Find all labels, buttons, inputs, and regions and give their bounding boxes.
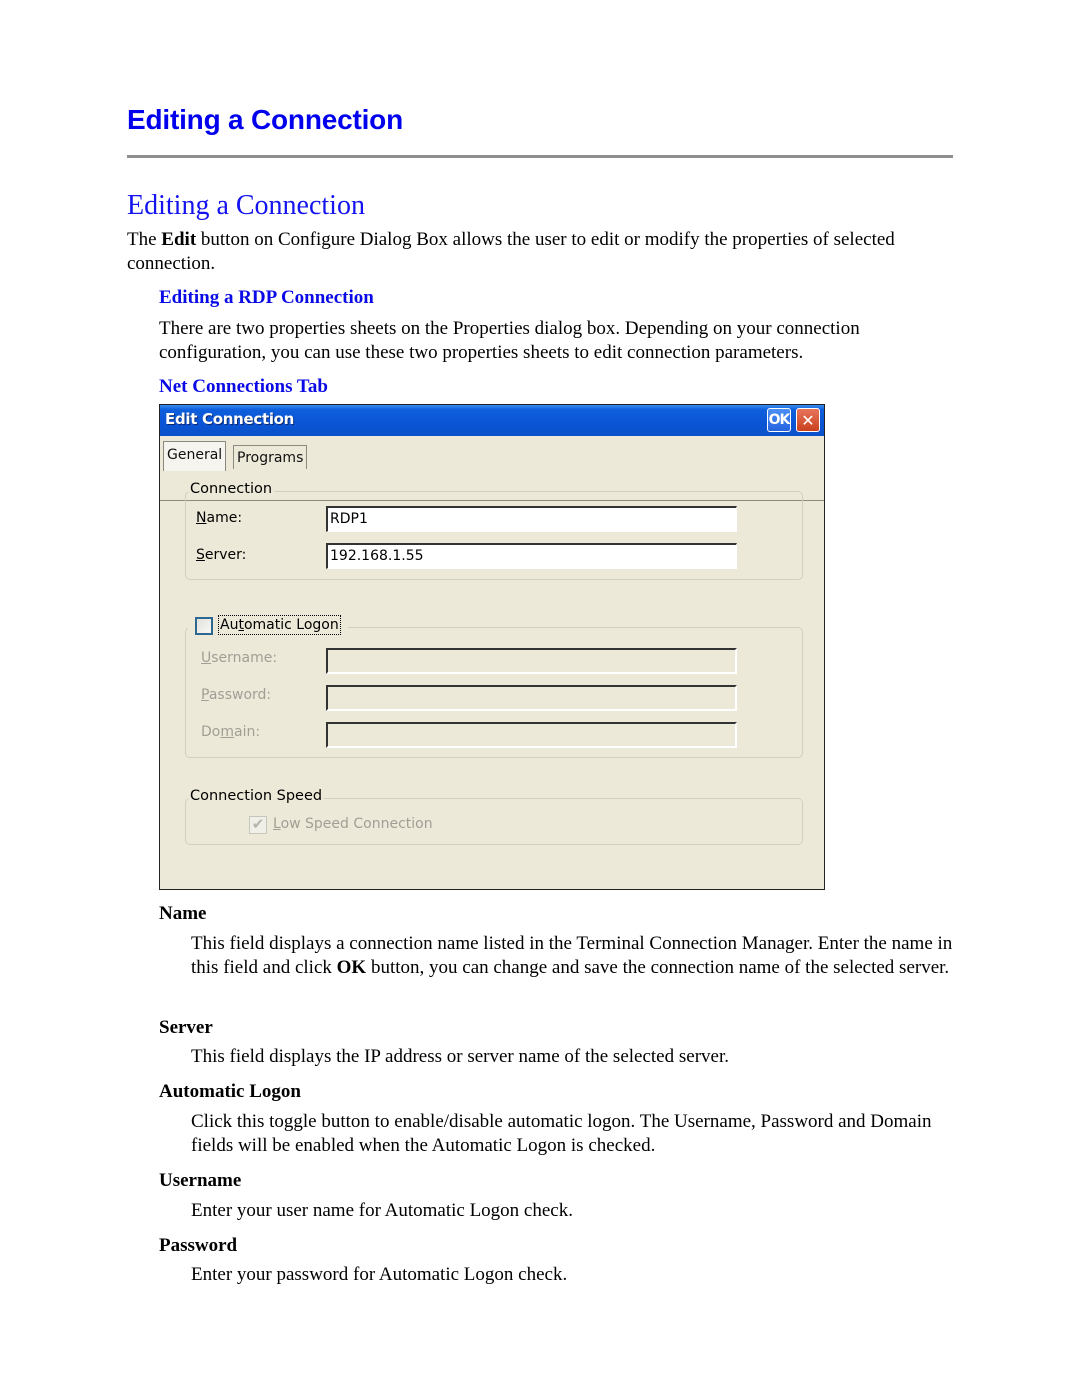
low-speed-label-text: ow Speed Connection xyxy=(280,816,433,832)
ok-button[interactable]: OK xyxy=(767,408,791,432)
term-password: Password xyxy=(159,1235,238,1256)
intro-edit-bold: Edit xyxy=(161,229,197,250)
term-username: Username xyxy=(159,1170,242,1191)
username-label-text: sername: xyxy=(211,650,278,666)
tab-heading: Net Connections Tab xyxy=(159,376,328,397)
definition-server: This field displays the IP address or se… xyxy=(191,1046,729,1067)
section-title: Editing a Connection xyxy=(127,190,365,221)
server-label-text: erver: xyxy=(204,547,247,563)
edit-connection-dialog: Edit Connection OK ✕ General Programs Co… xyxy=(159,404,825,890)
definition-name-bold: OK xyxy=(336,957,367,978)
definition-password: Enter your password for Automatic Logon … xyxy=(191,1264,568,1285)
definition-name: This field displays a connection name li… xyxy=(191,932,956,980)
name-label-text: ame: xyxy=(206,510,243,526)
password-label-mnemonic: P xyxy=(201,687,209,703)
name-input[interactable]: RDP1 xyxy=(326,506,737,532)
low-speed-label-mnemonic: L xyxy=(273,816,281,832)
term-name: Name xyxy=(159,903,207,924)
term-automatic-logon: Automatic Logon xyxy=(159,1081,301,1102)
domain-label-mnemonic: m xyxy=(220,724,234,740)
name-label-mnemonic: N xyxy=(196,510,207,526)
page-heading: Editing a Connection xyxy=(127,104,403,135)
intro-text-end: button on Configure Dialog Box allows th… xyxy=(127,229,895,274)
heading-divider xyxy=(127,155,953,158)
username-label: Username: xyxy=(201,650,277,666)
connection-speed-legend: Connection Speed xyxy=(188,788,325,804)
intro-text-start: The xyxy=(127,229,162,250)
low-speed-checkbox[interactable]: ✔ xyxy=(249,816,267,834)
username-input[interactable] xyxy=(326,648,737,674)
definition-username: Enter your user name for Automatic Logon… xyxy=(191,1200,573,1221)
password-input[interactable] xyxy=(326,685,737,711)
domain-input[interactable] xyxy=(326,722,737,748)
server-label-mnemonic: S xyxy=(196,547,205,563)
password-label-text: assword: xyxy=(208,687,272,703)
username-label-mnemonic: U xyxy=(201,650,212,666)
server-label: Server: xyxy=(196,547,246,563)
auto-label-rest: omatic Logon xyxy=(243,617,339,633)
subsection-title: Editing a RDP Connection xyxy=(159,287,374,308)
domain-label-rest: ain: xyxy=(234,724,261,740)
checkmark-icon: ✔ xyxy=(251,817,265,833)
close-icon: ✕ xyxy=(801,410,815,430)
auto-label-pre: Au xyxy=(220,617,239,633)
domain-label: Domain: xyxy=(201,724,260,740)
subsection-paragraph: There are two properties sheets on the P… xyxy=(159,318,860,363)
domain-label-pre: Do xyxy=(201,724,221,740)
term-server: Server xyxy=(159,1017,213,1038)
tab-general[interactable]: General xyxy=(163,441,227,471)
server-input[interactable]: 192.168.1.55 xyxy=(326,543,737,569)
password-label: Password: xyxy=(201,687,271,703)
close-button[interactable]: ✕ xyxy=(796,408,820,432)
automatic-logon-label[interactable]: Automatic Logon xyxy=(218,615,341,635)
dialog-titlebar: Edit Connection OK ✕ xyxy=(160,405,824,436)
intro-paragraph: The Edit button on Configure Dialog Box … xyxy=(127,228,927,276)
connection-group-legend: Connection xyxy=(188,481,275,497)
definition-automatic-logon: Click this toggle button to enable/disab… xyxy=(191,1111,932,1156)
tab-programs[interactable]: Programs xyxy=(233,445,308,469)
dialog-title: Edit Connection xyxy=(165,410,295,428)
definition-name-end: button, you can change and save the conn… xyxy=(366,957,950,978)
automatic-logon-checkbox[interactable] xyxy=(195,617,213,635)
low-speed-label: Low Speed Connection xyxy=(273,816,433,832)
name-label: Name: xyxy=(196,510,242,526)
dialog-tabs: General Programs xyxy=(160,436,824,501)
